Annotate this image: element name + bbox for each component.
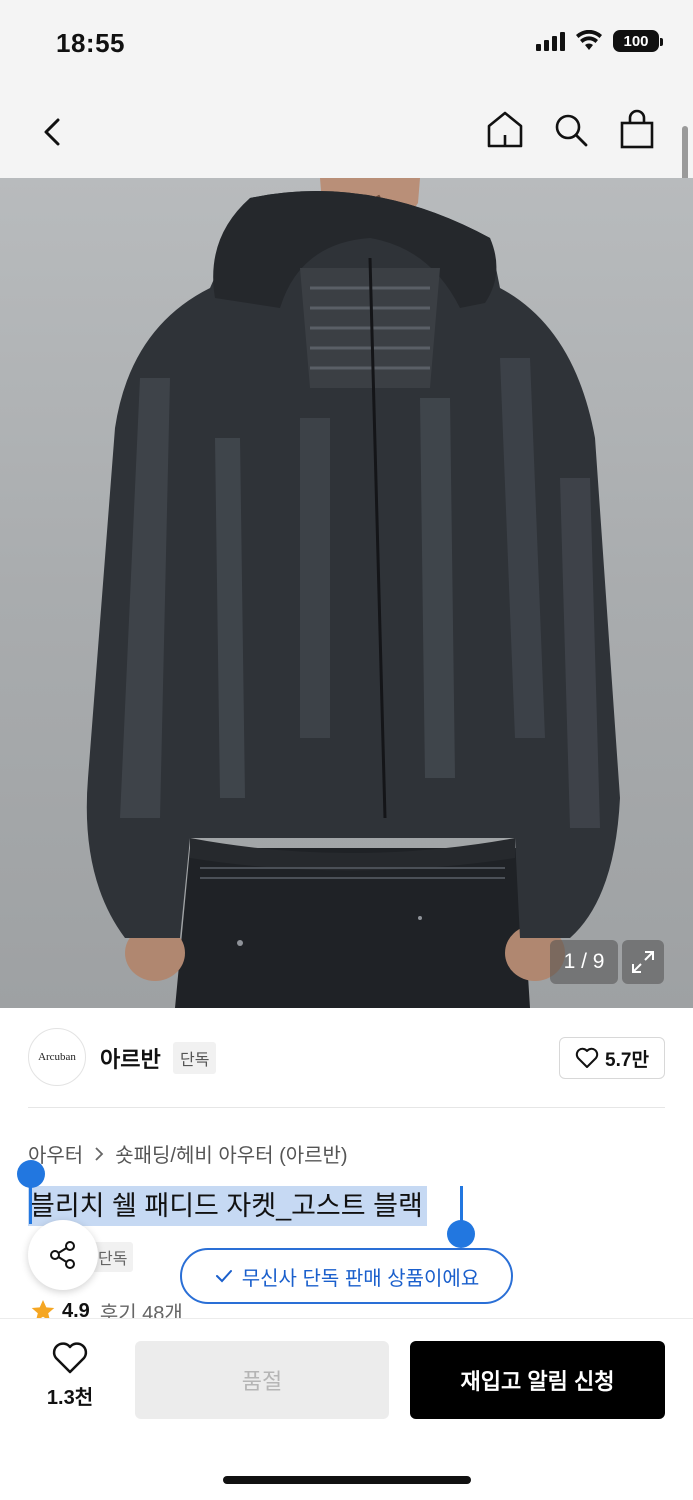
- bottom-action-bar: 1.3천 품절 재입고 알림 신청: [0, 1318, 693, 1500]
- brand-row: Arcuban 아르반 단독 5.7만: [28, 1028, 665, 1086]
- search-icon[interactable]: [551, 108, 591, 152]
- image-counter: 1 / 9: [550, 940, 618, 984]
- expand-button[interactable]: [622, 940, 664, 984]
- product-photo-illustration: [86, 178, 620, 1008]
- brand-exclusive-badge: 단독: [173, 1042, 217, 1074]
- brand-logo[interactable]: Arcuban: [28, 1028, 86, 1086]
- heart-icon: [575, 1047, 599, 1068]
- breadcrumb-item[interactable]: 숏패딩/헤비 아우터 (아르반): [115, 1139, 347, 1168]
- share-icon: [50, 1241, 75, 1269]
- divider: [28, 1107, 665, 1108]
- heart-icon: [52, 1342, 88, 1374]
- exclusive-badge: 단독: [92, 1242, 134, 1272]
- exclusive-toast-text: 무신사 단독 판매 상품이에요: [241, 1267, 480, 1290]
- nav-actions: [485, 108, 657, 152]
- selection-handle-start[interactable]: [17, 1160, 45, 1188]
- wishlist-count: 1.3천: [46, 1387, 94, 1409]
- exclusive-toast: 무신사 단독 판매 상품이에요: [180, 1248, 513, 1304]
- battery-icon: 100: [613, 30, 663, 52]
- status-icons: 100: [536, 30, 663, 52]
- nav-bar: [0, 90, 693, 178]
- battery-level: 100: [623, 32, 649, 50]
- expand-icon: [632, 951, 654, 973]
- chevron-left-icon[interactable]: [34, 112, 74, 152]
- wishlist-button[interactable]: 1.3천: [34, 1341, 106, 1421]
- brand-like-button[interactable]: 5.7만: [559, 1037, 665, 1079]
- share-button[interactable]: [28, 1220, 98, 1290]
- status-bar: 18:55 100: [0, 0, 693, 90]
- breadcrumb: 아우터 숏패딩/헤비 아우터 (아르반): [28, 1139, 348, 1168]
- soldout-button: 품절: [135, 1341, 389, 1419]
- chevron-right-icon: [95, 1146, 104, 1161]
- status-time: 18:55: [56, 28, 125, 58]
- home-indicator: [223, 1476, 471, 1484]
- brand-name[interactable]: 아르반: [100, 1042, 161, 1074]
- product-title[interactable]: 블리치 쉘 패디드 자켓_고스트 블랙: [30, 1186, 423, 1226]
- restock-alert-button[interactable]: 재입고 알림 신청: [410, 1341, 665, 1419]
- wifi-icon: [576, 30, 602, 50]
- cellular-signal-icon: [536, 31, 565, 51]
- product-image[interactable]: [0, 178, 693, 1008]
- selection-handle-end[interactable]: [447, 1220, 475, 1248]
- brand-like-count: 5.7만: [605, 1049, 649, 1071]
- check-icon: [215, 1270, 232, 1283]
- title-selection: 블리치 쉘 패디드 자켓_고스트 블랙: [28, 1186, 427, 1226]
- home-icon[interactable]: [485, 108, 525, 152]
- shopping-bag-icon[interactable]: [617, 108, 657, 152]
